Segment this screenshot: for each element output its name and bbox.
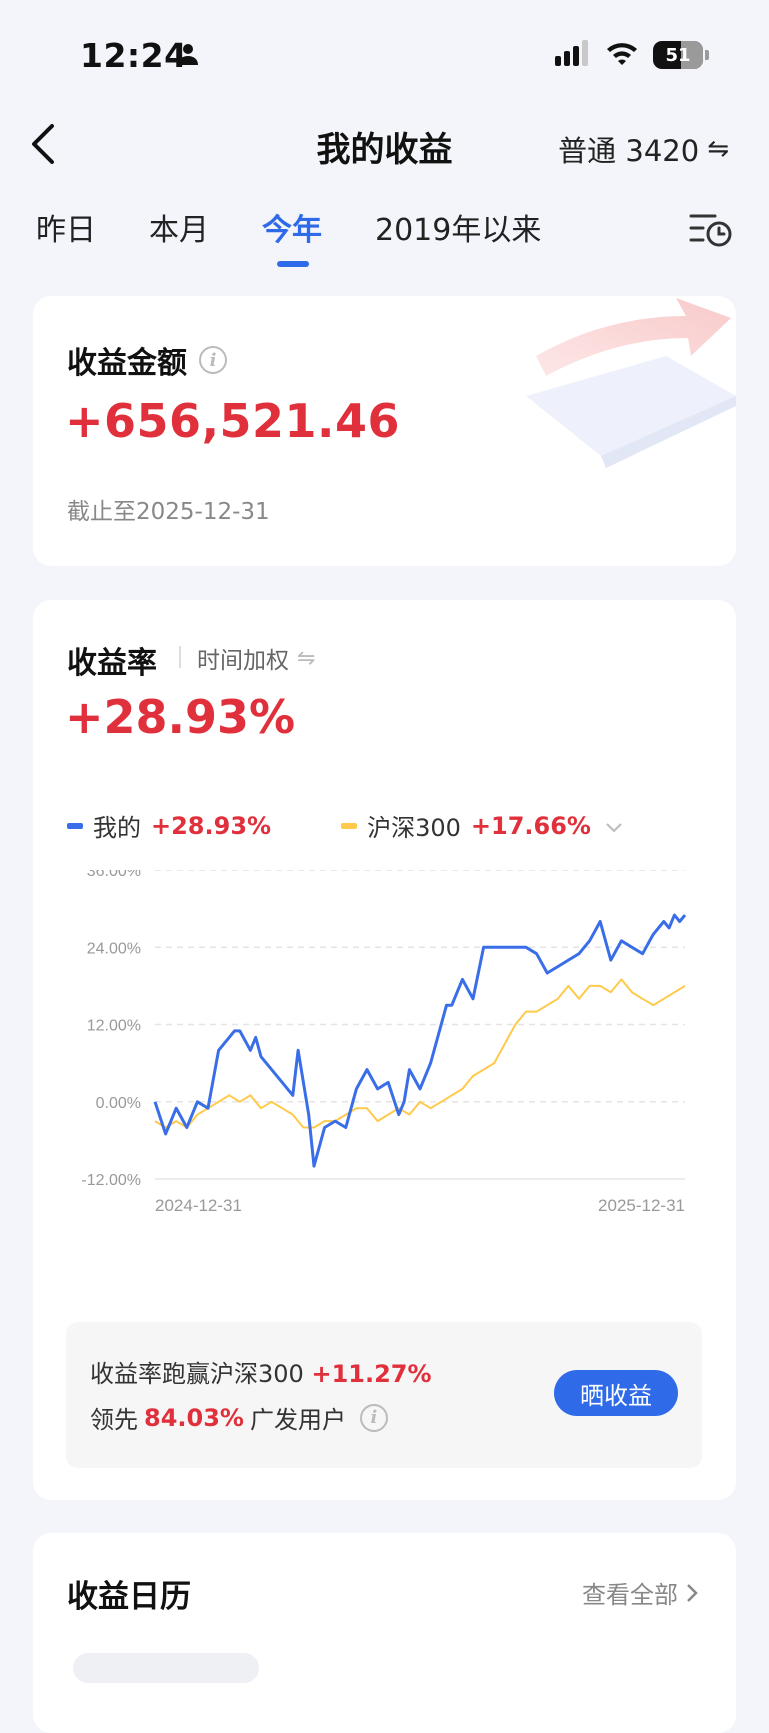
series-line-benchmark <box>154 978 686 1129</box>
tab-yesterday[interactable]: 昨日 <box>36 205 96 249</box>
swap-icon: ⇋ <box>297 645 316 671</box>
legend-value: +28.93% <box>151 811 272 840</box>
return-chart: 36.00% 24.00% 12.00% 0.00% -12.00% 2024-12-31… <box>63 863 703 1254</box>
series-line-mine <box>153 913 687 1168</box>
info-icon[interactable]: i <box>359 1403 388 1432</box>
battery-icon: 51 <box>653 41 709 69</box>
tab-since-2019[interactable]: 2019年以来 <box>375 205 541 249</box>
chevron-right-icon <box>687 1583 698 1602</box>
weighting-toggle[interactable]: 时间加权 ⇋ <box>197 641 315 675</box>
rank-prefix: 领先 <box>90 1406 138 1434</box>
legend-item-mine: 我的 +28.93% <box>67 808 271 843</box>
view-all-label: 查看全部 <box>582 1581 678 1609</box>
beat-benchmark-label: 收益率跑赢沪深300 <box>90 1360 304 1388</box>
beat-benchmark-text: 收益率跑赢沪深300 +11.27% <box>90 1354 432 1389</box>
divider <box>179 646 181 668</box>
y-tick-label: -12.00% <box>81 1172 141 1189</box>
period-tabs: 昨日 本月 今年 2019年以来 <box>0 205 769 267</box>
profit-amount-value: +656,521.46 <box>65 394 401 448</box>
legend-swatch <box>341 822 358 829</box>
active-tab-indicator <box>277 261 309 267</box>
return-rate-card: 收益率 时间加权 ⇋ +28.93% 我的 +28.93% 沪深300 +17.… <box>33 600 736 1500</box>
as-of-date: 截止至2025-12-31 <box>67 499 270 525</box>
comparison-summary: 收益率跑赢沪深300 +11.27% 领先 84.03% 广发用户 i 晒收益 <box>66 1322 702 1468</box>
legend-item-benchmark[interactable]: 沪深300 +17.66% <box>341 808 623 843</box>
return-rate-value: +28.93% <box>65 690 296 744</box>
profit-label-text: 收益金额 <box>67 346 187 381</box>
profit-calendar-card: 收益日历 查看全部 <box>33 1533 736 1733</box>
history-filter-icon[interactable] <box>689 210 733 254</box>
y-tick-label: 36.00% <box>87 870 141 880</box>
return-rate-label: 收益率 <box>67 646 157 681</box>
beat-benchmark-value: +11.27% <box>311 1360 432 1388</box>
status-time: 12:24 <box>80 36 188 75</box>
signal-icon <box>555 40 591 70</box>
profit-calendar-label: 收益日历 <box>67 1579 191 1615</box>
info-icon[interactable]: i <box>199 346 227 374</box>
y-tick-label: 12.00% <box>87 1018 141 1035</box>
wifi-icon <box>605 40 639 70</box>
legend-name: 我的 <box>93 814 141 842</box>
x-tick-label: 2025-12-31 <box>598 1196 685 1215</box>
chevron-down-icon <box>605 812 623 840</box>
account-switcher[interactable]: 普通 3420 ⇋ <box>558 128 729 170</box>
legend-swatch <box>67 822 83 829</box>
profit-amount-label: 收益金额 i <box>67 338 227 382</box>
swap-icon: ⇋ <box>707 134 729 164</box>
tab-this-month[interactable]: 本月 <box>149 205 209 249</box>
profit-amount-card: 收益金额 i +656,521.46 截止至2025-12-31 <box>33 296 736 566</box>
tab-this-year[interactable]: 今年 <box>262 205 322 249</box>
chart-legend: 我的 +28.93% 沪深300 +17.66% <box>67 808 623 843</box>
weighting-label: 时间加权 <box>197 648 289 674</box>
growth-illustration <box>516 296 736 510</box>
rank-value: 84.03% <box>144 1403 244 1432</box>
rank-text: 领先 84.03% 广发用户 i <box>90 1400 388 1435</box>
battery-level: 51 <box>665 44 691 66</box>
y-tick-label: 0.00% <box>96 1095 141 1112</box>
view-all-link[interactable]: 查看全部 <box>582 1575 698 1610</box>
y-tick-label: 24.00% <box>87 940 141 957</box>
x-tick-label: 2024-12-31 <box>155 1196 242 1215</box>
legend-name: 沪深300 <box>367 814 461 842</box>
calendar-preview <box>73 1653 259 1683</box>
legend-value: +17.66% <box>470 811 591 840</box>
account-label: 普通 3420 <box>558 134 700 168</box>
person-icon <box>176 42 200 70</box>
share-profit-button[interactable]: 晒收益 <box>554 1370 678 1416</box>
rank-suffix: 广发用户 <box>249 1406 346 1434</box>
